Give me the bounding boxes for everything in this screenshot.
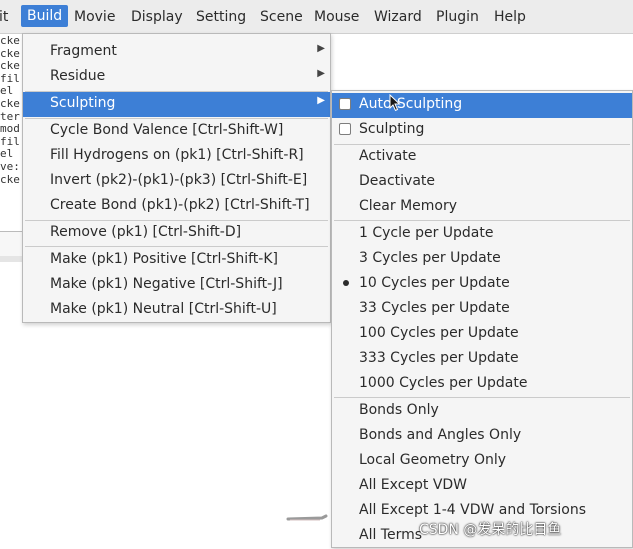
menu-item-label: Invert (pk2)-(pk1)-(pk3) [Ctrl-Shift-E] [50,172,308,188]
menu-item-label: Auto-Sculpting [359,96,463,112]
menu-item-cycles-1[interactable]: 1 Cycle per Update [332,222,632,247]
menu-item-remove[interactable]: Remove (pk1) [Ctrl-Shift-D] [23,221,330,246]
menu-item-label: 333 Cycles per Update [359,350,519,366]
menu-item-cycle-bond-valence[interactable]: Cycle Bond Valence [Ctrl-Shift-W] [23,119,330,144]
menu-item-make-positive[interactable]: Make (pk1) Positive [Ctrl-Shift-K] [23,248,330,273]
menu-item-label: Remove (pk1) [Ctrl-Shift-D] [50,224,242,240]
menu-item-label: Sculpting [50,95,116,111]
menu-item-residue[interactable]: Residue ▶ [23,65,330,90]
menubar-item-edit[interactable]: it [0,9,8,25]
menu-item-label: Make (pk1) Neutral [Ctrl-Shift-U] [50,301,277,317]
menu-item-label: All Except VDW [359,477,468,493]
mouse-cursor-icon [389,94,401,112]
console-line: cke [0,59,20,73]
menu-item-label: All Terms [359,527,423,543]
command-input[interactable] [0,231,23,259]
menu-item-fill-hydrogens[interactable]: Fill Hydrogens on (pk1) [Ctrl-Shift-R] [23,144,330,169]
menu-item-create-bond[interactable]: Create Bond (pk1)-(pk2) [Ctrl-Shift-T] [23,194,330,219]
menu-item-clear-memory[interactable]: Clear Memory [332,195,632,220]
menu-item-cycles-3[interactable]: 3 Cycles per Update [332,247,632,272]
menu-item-label: All Except 1-4 VDW and Torsions [359,502,586,518]
menu-separator [25,246,328,247]
menu-separator [334,397,630,398]
menu-item-label: Sculpting [359,121,425,137]
submenu-arrow-icon: ▶ [317,43,325,54]
submenu-arrow-icon: ▶ [317,68,325,79]
menubar-item-plugin[interactable]: Plugin [436,9,479,25]
menu-item-label: 10 Cycles per Update [359,275,510,291]
menubar-item-movie[interactable]: Movie [74,9,115,25]
menubar-item-setting[interactable]: Setting [196,9,246,25]
build-menu: Fragment ▶ Residue ▶ Sculpting ▶ Cycle B… [22,33,331,323]
watermark-text: CSDN @发呆的比目鱼 [419,522,562,538]
menu-item-bonds-only[interactable]: Bonds Only [332,399,632,424]
menu-item-deactivate[interactable]: Deactivate [332,170,632,195]
menu-item-sculpting[interactable]: Sculpting ▶ [23,92,330,117]
menu-item-label: Activate [359,148,417,164]
checkbox-icon[interactable] [339,123,351,135]
menu-item-cycles-33[interactable]: 33 Cycles per Update [332,297,632,322]
sculpting-submenu: Auto-Sculpting Sculpting Activate Deacti… [331,90,633,548]
menu-item-make-negative[interactable]: Make (pk1) Negative [Ctrl-Shift-J] [23,273,330,298]
menu-item-label: Local Geometry Only [359,452,507,468]
menubar-item-display[interactable]: Display [131,9,183,25]
menu-separator [334,220,630,221]
menu-bar: it Build Movie Display Setting Scene Mou… [0,0,633,34]
console-line: ve: [0,159,20,173]
menu-item-label: 33 Cycles per Update [359,300,510,316]
menu-item-label: Deactivate [359,173,436,189]
menu-item-cycles-333[interactable]: 333 Cycles per Update [332,347,632,372]
menu-item-label: Clear Memory [359,198,457,214]
menu-item-cycles-100[interactable]: 100 Cycles per Update [332,322,632,347]
submenu-arrow-icon: ▶ [317,95,325,106]
menu-item-make-neutral[interactable]: Make (pk1) Neutral [Ctrl-Shift-U] [23,298,330,323]
menu-item-label: Residue [50,68,106,84]
menu-item-auto-sculpting[interactable]: Auto-Sculpting [332,93,632,118]
menu-item-fragment[interactable]: Fragment ▶ [23,40,330,65]
menu-item-cycles-10[interactable]: 10 Cycles per Update [332,272,632,297]
console-line: cke [0,172,20,186]
menu-item-label: Fragment [50,43,117,59]
menu-item-activate[interactable]: Activate [332,145,632,170]
menu-item-label: Make (pk1) Positive [Ctrl-Shift-K] [50,251,278,267]
menu-item-label: 100 Cycles per Update [359,325,519,341]
console-output: cke cke cke fil el cke ter mod fil el ve… [0,35,22,205]
console-line: cke [0,35,20,47]
console-line: cke [0,96,20,110]
menu-item-cycles-1000[interactable]: 1000 Cycles per Update [332,372,632,397]
menu-item-bonds-angles-only[interactable]: Bonds and Angles Only [332,424,632,449]
menubar-item-scene[interactable]: Scene [260,9,303,25]
menubar-item-mouse[interactable]: Mouse [314,9,359,25]
viewport-stroke [286,514,328,521]
radio-selected-icon [343,280,349,286]
menu-item-label: 1 Cycle per Update [359,225,494,241]
menu-item-label: Create Bond (pk1)-(pk2) [Ctrl-Shift-T] [50,197,310,213]
menu-item-sculpting-toggle[interactable]: Sculpting [332,118,632,143]
menubar-item-help[interactable]: Help [494,9,526,25]
menu-item-all-except-vdw[interactable]: All Except VDW [332,474,632,499]
menu-item-label: 1000 Cycles per Update [359,375,528,391]
menu-item-label: Bonds Only [359,402,439,418]
menu-item-label: Fill Hydrogens on (pk1) [Ctrl-Shift-R] [50,147,304,163]
menu-item-label: Bonds and Angles Only [359,427,522,443]
panel-divider [0,256,22,262]
menu-item-label: Cycle Bond Valence [Ctrl-Shift-W] [50,122,284,138]
menu-item-label: 3 Cycles per Update [359,250,501,266]
menubar-item-build[interactable]: Build [21,5,69,27]
console-line: mod [0,122,20,136]
menu-item-invert[interactable]: Invert (pk2)-(pk1)-(pk3) [Ctrl-Shift-E] [23,169,330,194]
menu-item-local-geometry-only[interactable]: Local Geometry Only [332,449,632,474]
menu-item-label: Make (pk1) Negative [Ctrl-Shift-J] [50,276,283,292]
menubar-item-wizard[interactable]: Wizard [374,9,422,25]
checkbox-icon[interactable] [339,98,351,110]
